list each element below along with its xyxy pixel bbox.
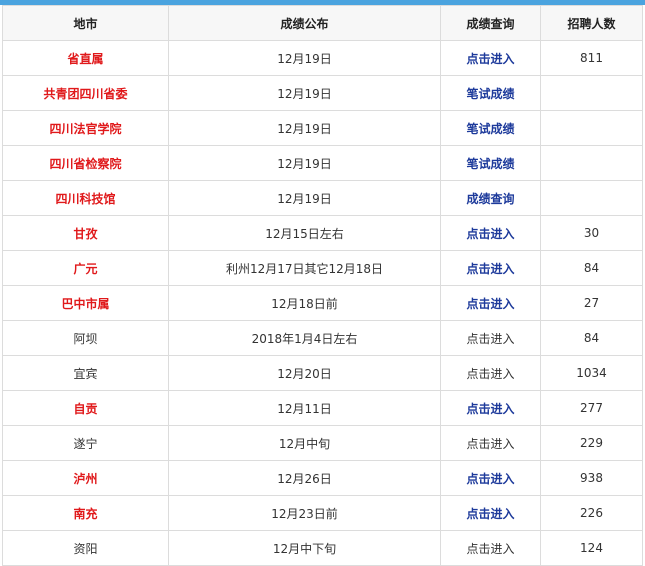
cell-query-link: 点击进入	[440, 425, 541, 461]
cell-publish-date: 2018年1月4日左右	[168, 320, 441, 356]
header-query: 成绩查询	[440, 5, 541, 41]
cell-recruit-count: 30	[540, 215, 643, 251]
table-row: 四川科技馆 12月19日 成绩查询	[2, 180, 643, 216]
cell-recruit-count: 229	[540, 425, 643, 461]
table-header-row: 地市 成绩公布 成绩查询 招聘人数	[2, 5, 643, 41]
cell-location: 省直属	[2, 40, 169, 76]
cell-recruit-count: 27	[540, 285, 643, 321]
cell-recruit-count	[540, 180, 643, 216]
table-row: 巴中市属 12月18日前 点击进入 27	[2, 285, 643, 321]
cell-recruit-count: 277	[540, 390, 643, 426]
cell-query-link[interactable]: 点击进入	[440, 40, 541, 76]
cell-query-link[interactable]: 笔试成绩	[440, 145, 541, 181]
cell-query-link[interactable]: 点击进入	[440, 215, 541, 251]
cell-recruit-count: 1034	[540, 355, 643, 391]
cell-location: 阿坝	[2, 320, 169, 356]
table-row: 南充 12月23日前 点击进入 226	[2, 495, 643, 531]
cell-publish-date: 12月19日	[168, 180, 441, 216]
cell-query-link[interactable]: 笔试成绩	[440, 110, 541, 146]
cell-query-link[interactable]: 点击进入	[440, 250, 541, 286]
cell-location: 巴中市属	[2, 285, 169, 321]
table-row: 共青团四川省委 12月19日 笔试成绩	[2, 75, 643, 111]
table-row: 资阳 12月中下旬 点击进入 124	[2, 530, 643, 566]
table-row: 广元 利州12月17日其它12月18日 点击进入 84	[2, 250, 643, 286]
cell-query-link[interactable]: 点击进入	[440, 285, 541, 321]
header-location: 地市	[2, 5, 169, 41]
table-row: 甘孜 12月15日左右 点击进入 30	[2, 215, 643, 251]
header-publish: 成绩公布	[168, 5, 441, 41]
cell-query-link[interactable]: 点击进入	[440, 495, 541, 531]
cell-query-link[interactable]: 笔试成绩	[440, 75, 541, 111]
cell-publish-date: 12月20日	[168, 355, 441, 391]
table-row: 遂宁 12月中旬 点击进入 229	[2, 425, 643, 461]
cell-location: 南充	[2, 495, 169, 531]
cell-location: 自贡	[2, 390, 169, 426]
cell-recruit-count: 84	[540, 320, 643, 356]
cell-location: 四川省检察院	[2, 145, 169, 181]
cell-publish-date: 12月19日	[168, 110, 441, 146]
table-row: 四川省检察院 12月19日 笔试成绩	[2, 145, 643, 181]
cell-publish-date: 12月26日	[168, 460, 441, 496]
cell-publish-date: 12月中下旬	[168, 530, 441, 566]
cell-location: 宜宾	[2, 355, 169, 391]
cell-publish-date: 12月中旬	[168, 425, 441, 461]
cell-publish-date: 利州12月17日其它12月18日	[168, 250, 441, 286]
cell-recruit-count: 84	[540, 250, 643, 286]
cell-publish-date: 12月19日	[168, 40, 441, 76]
cell-publish-date: 12月18日前	[168, 285, 441, 321]
cell-location: 四川科技馆	[2, 180, 169, 216]
header-recruit: 招聘人数	[540, 5, 643, 41]
cell-publish-date: 12月11日	[168, 390, 441, 426]
cell-location: 共青团四川省委	[2, 75, 169, 111]
cell-location: 广元	[2, 250, 169, 286]
table-row: 阿坝 2018年1月4日左右 点击进入 84	[2, 320, 643, 356]
cell-query-link: 点击进入	[440, 530, 541, 566]
table-row: 自贡 12月11日 点击进入 277	[2, 390, 643, 426]
table-row: 泸州 12月26日 点击进入 938	[2, 460, 643, 496]
table-body: 省直属 12月19日 点击进入 811 共青团四川省委 12月19日 笔试成绩 四川法官学院 1…	[2, 40, 643, 566]
cell-location: 甘孜	[2, 215, 169, 251]
results-table: 地市 成绩公布 成绩查询 招聘人数 省直属 12月19日 点击进入 811 共青团四川省…	[2, 5, 643, 566]
cell-location: 泸州	[2, 460, 169, 496]
cell-recruit-count: 226	[540, 495, 643, 531]
cell-recruit-count: 124	[540, 530, 643, 566]
cell-recruit-count: 938	[540, 460, 643, 496]
cell-publish-date: 12月23日前	[168, 495, 441, 531]
cell-publish-date: 12月19日	[168, 75, 441, 111]
table-row: 宜宾 12月20日 点击进入 1034	[2, 355, 643, 391]
cell-location: 资阳	[2, 530, 169, 566]
cell-query-link[interactable]: 点击进入	[440, 460, 541, 496]
cell-recruit-count	[540, 110, 643, 146]
cell-query-link[interactable]: 成绩查询	[440, 180, 541, 216]
cell-publish-date: 12月19日	[168, 145, 441, 181]
cell-recruit-count	[540, 75, 643, 111]
cell-query-link: 点击进入	[440, 320, 541, 356]
table-row: 四川法官学院 12月19日 笔试成绩	[2, 110, 643, 146]
cell-location: 四川法官学院	[2, 110, 169, 146]
cell-publish-date: 12月15日左右	[168, 215, 441, 251]
cell-query-link[interactable]: 点击进入	[440, 390, 541, 426]
cell-recruit-count	[540, 145, 643, 181]
cell-query-link: 点击进入	[440, 355, 541, 391]
cell-location: 遂宁	[2, 425, 169, 461]
table-row: 省直属 12月19日 点击进入 811	[2, 40, 643, 76]
cell-recruit-count: 811	[540, 40, 643, 76]
